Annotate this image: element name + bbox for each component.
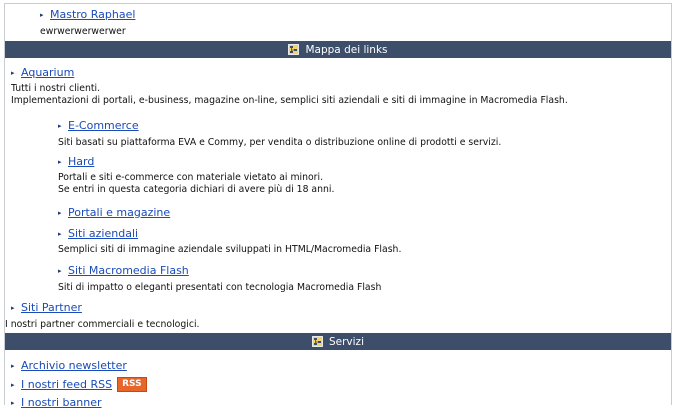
frame-right-border <box>671 3 672 405</box>
link-e-commerce[interactable]: E-Commerce <box>68 119 139 132</box>
bullet-icon: ▸ <box>58 157 62 166</box>
bullet-icon: ▸ <box>58 266 62 275</box>
list-item-feed-rss: ▸ I nostri feed RSS RSS <box>11 377 147 392</box>
link-portali-magazine[interactable]: Portali e magazine <box>68 206 170 219</box>
section-header-servizi: Servizi <box>5 333 671 350</box>
link-banner[interactable]: I nostri banner <box>21 396 102 409</box>
list-item-portali-magazine: ▸ Portali e magazine <box>58 206 170 219</box>
link-siti-flash[interactable]: Siti Macromedia Flash <box>68 264 189 277</box>
list-item-siti-partner: ▸ Siti Partner <box>11 301 82 314</box>
link-hard[interactable]: Hard <box>68 155 94 168</box>
bullet-icon: ▸ <box>58 208 62 217</box>
list-item-aquarium: ▸ Aquarium <box>11 66 74 79</box>
section-title: Servizi <box>328 335 364 348</box>
list-item-mastro-raphael: ▸ Mastro Raphael <box>40 8 135 21</box>
list-item-banner: ▸ I nostri banner <box>11 396 102 409</box>
item-description: Siti di impatto o eleganti presentati co… <box>58 282 382 293</box>
bullet-icon: ▸ <box>58 121 62 130</box>
sitemap-icon <box>288 44 300 55</box>
list-item-e-commerce: ▸ E-Commerce <box>58 119 139 132</box>
bullet-icon: ▸ <box>11 398 15 407</box>
item-description: I nostri partner commerciali e tecnologi… <box>5 319 200 330</box>
bullet-icon: ▸ <box>58 229 62 238</box>
bullet-icon: ▸ <box>11 303 15 312</box>
sitemap-icon <box>312 336 323 347</box>
list-item-archivio-newsletter: ▸ Archivio newsletter <box>11 359 127 372</box>
bullet-icon: ▸ <box>11 361 15 370</box>
item-description: Tutti i nostri clienti. Implementazioni … <box>11 83 568 106</box>
item-description: Siti basati su piattaforma EVA e Commy, … <box>58 137 502 148</box>
link-siti-partner[interactable]: Siti Partner <box>21 301 82 314</box>
bullet-icon: ▸ <box>11 380 15 389</box>
link-aquarium[interactable]: Aquarium <box>21 66 74 79</box>
link-siti-aziendali[interactable]: Siti aziendali <box>68 227 138 240</box>
list-item-siti-flash: ▸ Siti Macromedia Flash <box>58 264 189 277</box>
item-description: ewrwerwerwerwer <box>40 26 126 37</box>
item-description: Semplici siti di immagine aziendale svil… <box>58 244 402 255</box>
bullet-icon: ▸ <box>11 68 15 77</box>
link-archivio-newsletter[interactable]: Archivio newsletter <box>21 359 127 372</box>
section-header-links: Mappa dei links <box>5 41 671 58</box>
item-description: Portali e siti e-commerce con materiale … <box>58 172 335 195</box>
link-mastro-raphael[interactable]: Mastro Raphael <box>50 8 135 21</box>
frame-top-border <box>4 3 672 4</box>
bullet-icon: ▸ <box>40 10 44 19</box>
list-item-siti-aziendali: ▸ Siti aziendali <box>58 227 138 240</box>
link-feed-rss[interactable]: I nostri feed RSS <box>21 378 112 391</box>
section-title: Mappa dei links <box>305 43 388 56</box>
list-item-hard: ▸ Hard <box>58 155 94 168</box>
rss-badge[interactable]: RSS <box>117 377 147 392</box>
